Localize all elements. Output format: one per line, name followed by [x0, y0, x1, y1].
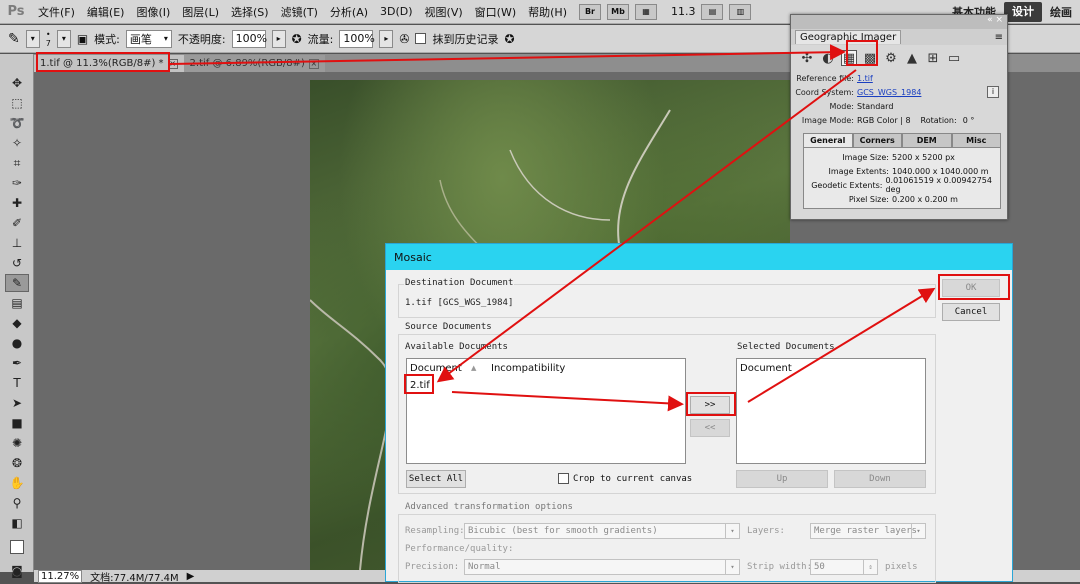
annotation-arrows [169, 44, 936, 412]
